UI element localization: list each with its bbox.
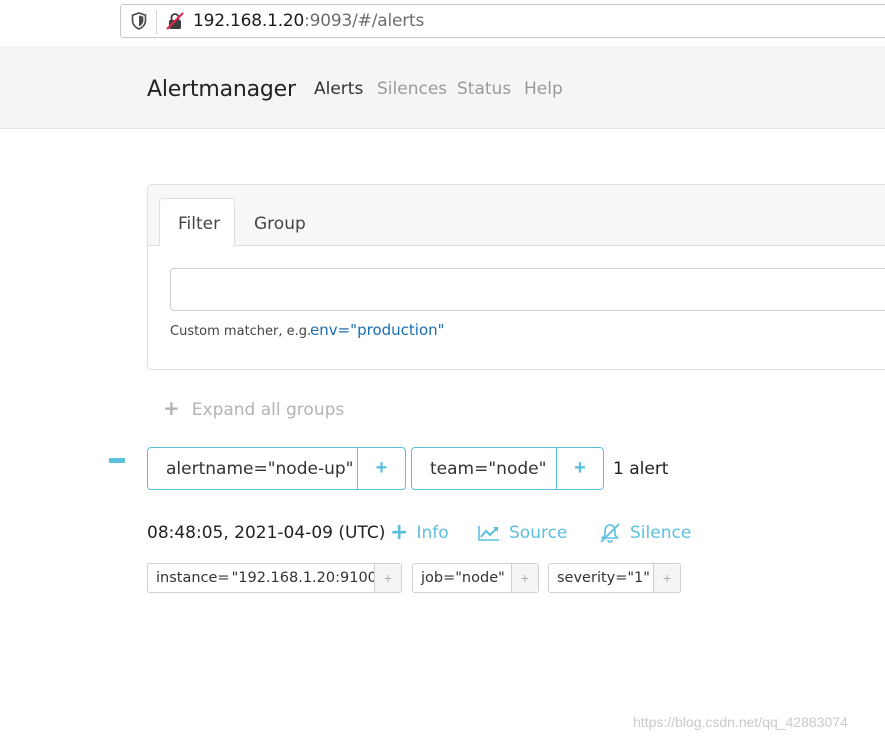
alert-label-job: job="node" +	[412, 563, 539, 593]
source-label: Source	[509, 523, 568, 543]
info-button[interactable]: + Info	[390, 521, 449, 545]
info-label: Info	[416, 523, 449, 543]
expand-all-groups-button[interactable]: + Expand all groups	[163, 396, 344, 422]
watermark: https://blog.csdn.net/qq_42883074	[633, 714, 848, 730]
alert-label-text: severity="1"	[557, 570, 650, 586]
instance-key: instance=	[156, 570, 230, 586]
tracking-shield-icon[interactable]	[131, 12, 147, 30]
instance-value: "192.168.1.20:9100"	[231, 570, 384, 586]
alert-label-instance: instance= "192.168.1.20:9100" +	[147, 563, 402, 593]
filter-hint-example: env="production"	[310, 321, 445, 339]
add-filter-button[interactable]: +	[556, 448, 603, 489]
nav-status[interactable]: Status	[457, 78, 511, 100]
filter-input[interactable]	[170, 268, 885, 311]
group-label-alertname: alertname="node-up" +	[147, 447, 406, 490]
expand-all-label: Expand all groups	[191, 400, 345, 420]
nav-help[interactable]: Help	[524, 78, 563, 100]
alert-count: 1 alert	[613, 459, 669, 479]
url-path: /#/alerts	[352, 11, 425, 31]
brand-title[interactable]: Alertmanager	[147, 76, 296, 104]
group-label-text: team="node"	[430, 458, 547, 479]
add-label-filter-button[interactable]: +	[511, 564, 538, 592]
tab-group[interactable]: Group	[254, 213, 306, 235]
address-bar-separator	[156, 10, 157, 34]
plus-icon: +	[390, 520, 409, 545]
collapse-group-icon[interactable]	[109, 458, 125, 463]
alert-label-text: job="node"	[421, 570, 505, 586]
tab-filter-label: Filter	[178, 214, 221, 234]
alert-label-severity: severity="1" +	[548, 563, 681, 593]
silence-button[interactable]: Silence	[599, 521, 691, 545]
silence-label: Silence	[630, 523, 692, 543]
source-button[interactable]: Source	[478, 521, 567, 545]
group-label-text: alertname="node-up"	[166, 458, 354, 479]
alert-timestamp: 08:48:05, 2021-04-09 (UTC)	[147, 523, 386, 543]
bell-slash-icon	[600, 523, 620, 543]
filter-hint: Custom matcher, e.g.	[170, 324, 312, 339]
url-text[interactable]: 192.168.1.20:9093/#/alerts	[193, 10, 424, 32]
nav-alerts[interactable]: Alerts	[314, 78, 363, 100]
url-host: 192.168.1.20	[193, 11, 305, 31]
insecure-lock-icon[interactable]	[165, 11, 185, 31]
group-label-team: team="node" +	[411, 447, 604, 490]
add-label-filter-button[interactable]: +	[653, 564, 680, 592]
url-port: :9093	[304, 11, 353, 31]
alert-label-text: instance= "192.168.1.20:9100"	[148, 564, 384, 592]
plus-icon: +	[163, 396, 180, 420]
add-label-filter-button[interactable]: +	[374, 564, 401, 592]
nav-silences[interactable]: Silences	[377, 78, 447, 100]
add-filter-button[interactable]: +	[357, 448, 405, 489]
chart-line-icon	[478, 526, 499, 541]
